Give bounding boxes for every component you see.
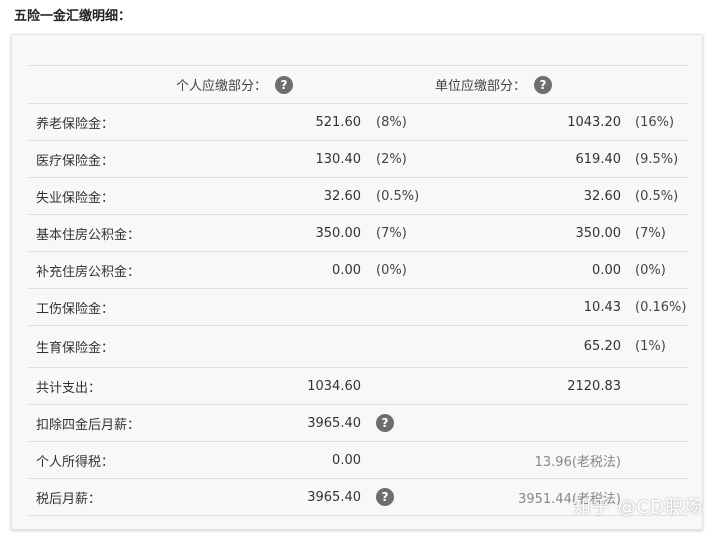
table-row: 补充住房公积金： 0.00 (0%) 0.00 (0%) [28,251,688,288]
help-icon[interactable]: ? [275,75,294,94]
personal-amount: 130.40 [315,151,362,167]
table-row: 医疗保险金： 130.40 (2%) 619.40 (9.5%) [28,140,688,177]
row-label: 基本住房公积金： [36,227,141,243]
company-amount: 65.20 [583,339,621,354]
company-rate: (0%) [635,262,666,278]
row-label: 工伤保险金： [36,301,115,317]
row-label: 补充住房公积金： [36,264,141,280]
table-row: 生育保险金： 65.20 (1%) [28,325,688,367]
row-label: 医疗保险金： [36,153,115,169]
table-header: 个人应缴部分： ? 单位应缴部分： ? [28,65,688,103]
row-label: 失业保险金： [36,190,115,206]
net-salary-label: 税后月薪： [36,491,102,507]
personal-rate: (8%) [376,114,407,130]
after-deduct-row: 扣除四金后月薪： 3965.40 ? [28,404,688,441]
after-deduct-value: 3965.40 [307,415,361,431]
total-company: 2120.83 [567,378,621,394]
personal-amount: 0.00 [332,262,361,278]
after-deduct-help: ? [376,405,394,441]
company-header: 单位应缴部分： ? [435,66,553,103]
personal-rate: (7%) [376,225,407,241]
net-salary-value: 3965.40 [307,489,361,505]
personal-rate: (0%) [376,262,407,278]
net-salary-help: ? [376,479,394,515]
after-deduct-label: 扣除四金后月薪： [36,417,141,433]
company-amount: 619.40 [575,151,622,167]
personal-header: 个人应缴部分： ? [176,66,294,103]
tax-row: 个人所得税： 0.00 13.96(老税法) [28,441,688,478]
personal-rate: (2%) [376,151,407,167]
insurance-detail-card: 个人应缴部分： ? 单位应缴部分： ? 养老保险金： 521.60 (8%) 1… [11,34,703,530]
table-row: 工伤保险金： 10.43 (0.16%) [28,288,688,325]
total-row: 共计支出： 1034.60 2120.83 [28,367,688,404]
company-rate: (7%) [635,225,666,241]
company-rate: (1%) [635,339,666,354]
tax-old-method: 13.96(老税法) [534,454,621,470]
personal-amount: 350.00 [315,225,362,241]
insurance-table: 个人应缴部分： ? 单位应缴部分： ? 养老保险金： 521.60 (8%) 1… [28,65,688,516]
row-label: 养老保险金： [36,116,115,132]
company-header-label: 单位应缴部分： [435,79,527,94]
company-rate: (16%) [635,114,675,130]
company-rate: (9.5%) [635,151,679,167]
help-icon[interactable]: ? [376,488,394,506]
section-title: 五险一金汇缴明细： [14,9,132,24]
help-icon[interactable]: ? [534,75,553,94]
watermark: 知乎 @CD职场 [572,497,703,518]
company-amount: 10.43 [583,299,621,315]
company-amount: 0.00 [592,262,621,278]
tax-value: 0.00 [332,452,361,468]
personal-amount: 32.60 [323,188,361,204]
company-amount: 1043.20 [567,114,621,130]
table-row: 基本住房公积金： 350.00 (7%) 350.00 (7%) [28,214,688,251]
company-amount: 32.60 [583,188,621,204]
company-rate: (0.16%) [635,299,687,315]
total-label: 共计支出： [36,380,102,396]
tax-label: 个人所得税： [36,454,115,470]
total-personal: 1034.60 [307,378,361,394]
personal-rate: (0.5%) [376,188,420,204]
company-rate: (0.5%) [635,188,679,204]
personal-amount: 521.60 [315,114,362,130]
help-icon[interactable]: ? [376,414,394,432]
row-label: 生育保险金： [36,341,115,356]
table-row: 失业保险金： 32.60 (0.5%) 32.60 (0.5%) [28,177,688,214]
company-amount: 350.00 [575,225,622,241]
table-row: 养老保险金： 521.60 (8%) 1043.20 (16%) [28,103,688,140]
personal-header-label: 个人应缴部分： [176,79,268,94]
